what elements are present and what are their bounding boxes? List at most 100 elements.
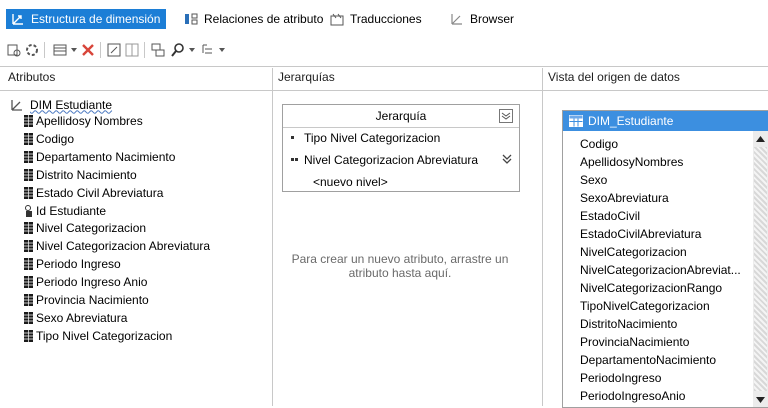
dsv-scrollbar[interactable] bbox=[753, 131, 768, 407]
hierarchy-box[interactable]: Jerarquía Tipo Nivel Categorizacion Nive… bbox=[282, 104, 520, 192]
attribute-item[interactable]: Periodo Ingreso bbox=[36, 256, 121, 273]
attribute-icon bbox=[24, 294, 33, 306]
find-button[interactable] bbox=[170, 41, 186, 59]
dsv-table[interactable]: DIM_Estudiante Codigo ApellidosyNombres Se… bbox=[562, 110, 768, 408]
tab-label: Estructura de dimensión bbox=[31, 12, 161, 26]
dsv-column[interactable]: Codigo bbox=[580, 135, 618, 153]
dsv-header: Vista del origen de datos bbox=[548, 70, 680, 84]
table-view-icon bbox=[53, 44, 67, 56]
scroll-track[interactable] bbox=[754, 147, 767, 391]
dimension-icon bbox=[11, 99, 22, 111]
chevron-double-down-icon bbox=[501, 112, 511, 120]
dimension-name: DIM Estudiante bbox=[30, 97, 113, 112]
attribute-item[interactable]: Periodo Ingreso Anio bbox=[36, 274, 147, 291]
dimension-root[interactable]: DIM Estudiante bbox=[10, 96, 112, 113]
dsv-column[interactable]: PeriodoIngreso bbox=[580, 369, 661, 387]
scroll-down-icon[interactable] bbox=[756, 397, 765, 403]
tab-label: Relaciones de atributo bbox=[204, 12, 324, 26]
attribute-item[interactable]: Id Estudiante bbox=[36, 203, 106, 220]
attribute-item[interactable]: Codigo bbox=[36, 131, 74, 148]
dsv-table-header[interactable]: DIM_Estudiante bbox=[563, 111, 768, 131]
data-source-icon bbox=[151, 43, 165, 57]
dsv-column[interactable]: SexoAbreviatura bbox=[580, 189, 669, 207]
new-calc-button[interactable] bbox=[106, 41, 122, 59]
toolbar bbox=[0, 38, 768, 62]
attribute-item[interactable]: Sexo Abreviatura bbox=[36, 310, 127, 327]
delete-button[interactable] bbox=[80, 41, 96, 59]
hierarchy-level-1[interactable]: Tipo Nivel Categorizacion bbox=[291, 131, 440, 145]
attribute-item[interactable]: Nivel Categorizacion bbox=[36, 220, 146, 237]
list-tree-icon bbox=[202, 44, 212, 54]
arrange-button[interactable] bbox=[200, 41, 216, 59]
tab-browser[interactable]: Browser bbox=[450, 9, 514, 29]
gear-icon bbox=[26, 44, 38, 56]
attribute-icon bbox=[24, 329, 33, 342]
attribute-item[interactable]: Nivel Categorizacion Abreviatura bbox=[36, 238, 210, 255]
scroll-up-icon[interactable] bbox=[756, 136, 765, 142]
grid-button[interactable] bbox=[124, 41, 140, 59]
chevron-double-down-icon bbox=[502, 154, 512, 164]
key-attribute-icon bbox=[24, 204, 33, 217]
dsv-column[interactable]: NivelCategorizacionRango bbox=[580, 279, 722, 297]
show-table-button[interactable] bbox=[52, 41, 68, 59]
attributes-header: Atributos bbox=[8, 70, 56, 84]
tab-traducciones[interactable]: Traducciones bbox=[330, 9, 422, 29]
collapse-button[interactable] bbox=[499, 109, 513, 123]
dsv-column[interactable]: NivelCategorizacion bbox=[580, 243, 687, 261]
edit-icon bbox=[107, 43, 121, 57]
dsv-column[interactable]: ProvinciaNacimiento bbox=[580, 333, 689, 351]
refresh-button[interactable] bbox=[24, 41, 40, 59]
dsv-column[interactable]: EstadoCivil bbox=[580, 207, 640, 225]
find-dropdown[interactable] bbox=[188, 41, 196, 59]
attribute-icon bbox=[24, 276, 33, 289]
dsv-column[interactable]: TipoNivelCategorizacion bbox=[580, 297, 710, 315]
level-label: Tipo Nivel Categorizacion bbox=[304, 131, 441, 145]
tab-relaciones-atributo[interactable]: Relaciones de atributo bbox=[184, 9, 323, 29]
level-dots-icon bbox=[291, 158, 298, 161]
attribute-icon bbox=[24, 311, 33, 324]
attribute-icon bbox=[24, 258, 33, 271]
attribute-item[interactable]: Apellidosy Nombres bbox=[36, 113, 143, 130]
dimension-structure-icon bbox=[12, 14, 23, 25]
attribute-icon bbox=[24, 115, 33, 127]
attribute-item[interactable]: Distrito Nacimiento bbox=[36, 167, 137, 184]
attribute-item[interactable]: Provincia Nacimiento bbox=[36, 292, 149, 309]
dsv-column[interactable]: PeriodoIngresoAnio bbox=[580, 387, 685, 405]
attribute-relationship-icon bbox=[185, 13, 198, 25]
attribute-item[interactable]: Tipo Nivel Categorizacion bbox=[36, 328, 172, 345]
attribute-icon bbox=[24, 168, 33, 181]
chevron-down-icon bbox=[219, 48, 225, 52]
process-button[interactable] bbox=[6, 41, 22, 59]
chevron-down-icon bbox=[71, 48, 77, 52]
dropdown-arrow[interactable] bbox=[70, 41, 78, 59]
attribute-item[interactable]: Estado Civil Abreviatura bbox=[36, 185, 163, 202]
hierarchy-title[interactable]: Jerarquía bbox=[283, 105, 519, 125]
dsv-table-name: DIM_Estudiante bbox=[588, 114, 674, 128]
attribute-icon bbox=[24, 186, 33, 199]
dsv-column[interactable]: EstadoCivilAbreviatura bbox=[580, 225, 701, 243]
dsv-column[interactable]: Sexo bbox=[580, 171, 607, 189]
process-icon bbox=[7, 44, 21, 57]
tab-estructura-dimension[interactable]: Estructura de dimensión bbox=[6, 9, 167, 29]
attribute-icon bbox=[24, 150, 33, 163]
dsv-column[interactable]: NivelCategorizacionAbreviat... bbox=[580, 261, 741, 279]
dsv-column[interactable]: ApellidosyNombres bbox=[580, 153, 683, 171]
grid-icon bbox=[125, 43, 139, 57]
attribute-item[interactable]: Departamento Nacimiento bbox=[36, 149, 175, 166]
level-label: Nivel Categorizacion Abreviatura bbox=[304, 153, 479, 167]
hierarchy-level-2[interactable]: Nivel Categorizacion Abreviatura bbox=[291, 153, 478, 167]
table-icon bbox=[569, 115, 583, 127]
zoom-button[interactable] bbox=[150, 41, 166, 59]
level-dot-icon bbox=[291, 136, 294, 139]
hierarchies-header: Jerarquías bbox=[278, 70, 335, 84]
tab-label: Traducciones bbox=[350, 12, 422, 26]
chevron-down-icon bbox=[189, 48, 195, 52]
dsv-column[interactable]: DistritoNacimiento bbox=[580, 315, 677, 333]
attribute-icon bbox=[24, 240, 33, 253]
arrange-dropdown[interactable] bbox=[218, 41, 226, 59]
browser-icon bbox=[451, 14, 462, 25]
tab-label: Browser bbox=[470, 12, 515, 26]
dsv-column[interactable]: DepartamentoNacimiento bbox=[580, 351, 716, 369]
new-level[interactable]: <nuevo nivel> bbox=[313, 175, 388, 189]
hierarchy-drop-hint: Para crear un nuevo atributo, arrastre u… bbox=[291, 252, 509, 280]
